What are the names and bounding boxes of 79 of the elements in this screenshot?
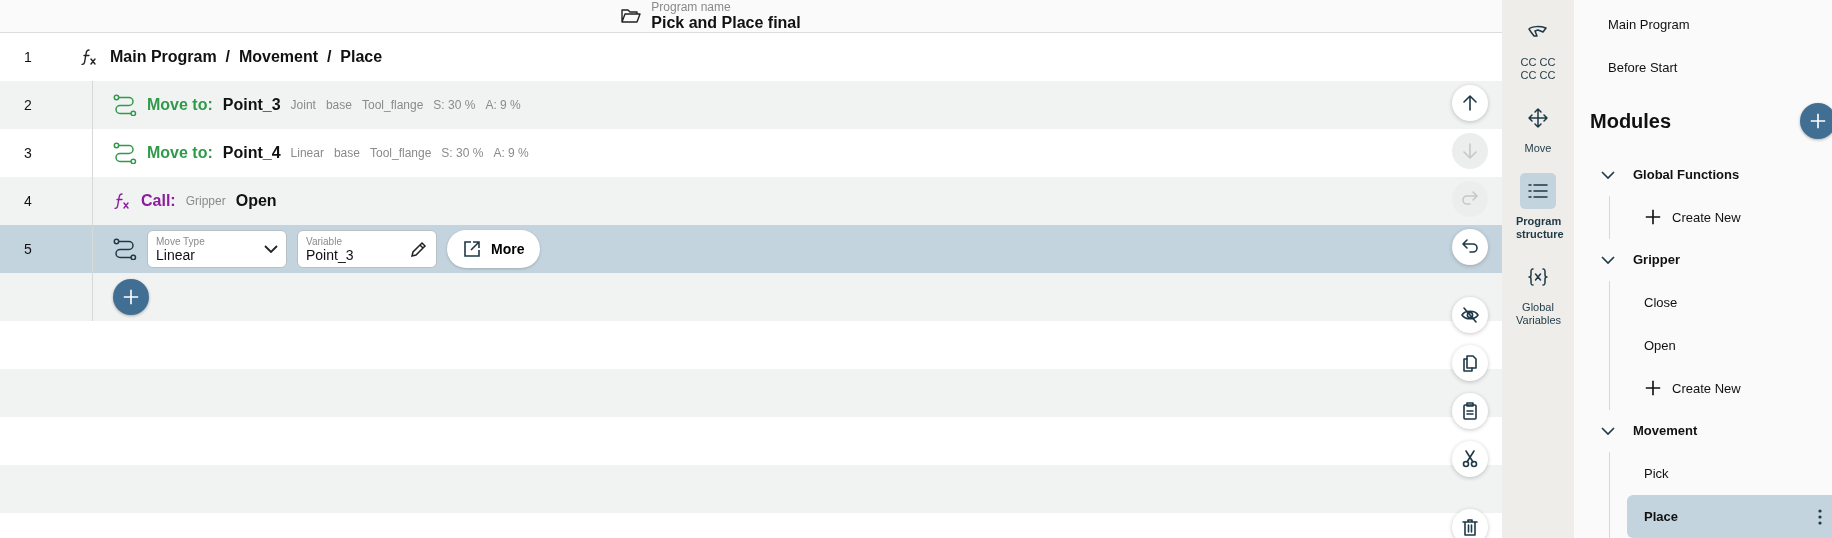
trash-icon	[1460, 517, 1480, 537]
route-icon	[113, 94, 137, 116]
line-number: 3	[23, 145, 33, 161]
breadcrumb: Main Program / Movement / Place	[110, 48, 383, 66]
parameter: Tool_flange	[361, 98, 424, 112]
folder-icon	[621, 8, 642, 24]
pencil-icon	[410, 240, 428, 258]
function-icon	[80, 48, 98, 66]
move-type-dropdown[interactable]: Move Type Linear	[147, 230, 287, 268]
parameter: base	[333, 146, 360, 160]
module-item-label: Place	[1644, 509, 1678, 524]
line-number: 5	[23, 241, 33, 257]
create-new-link[interactable]: Create New	[1672, 380, 1741, 396]
move-arrows-icon	[1526, 106, 1550, 130]
sidebar-item[interactable]: Main Program	[1574, 3, 1832, 47]
copy-icon	[1460, 353, 1480, 373]
program-line[interactable]: 1 Main Program / Movement / Place	[0, 33, 1502, 81]
copy-button[interactable]	[1452, 345, 1488, 381]
parameter: base	[325, 98, 352, 112]
line-number: 1	[23, 49, 33, 65]
module-item[interactable]: Open	[1627, 323, 1832, 367]
scissors-icon	[1460, 449, 1480, 469]
rail-tab[interactable]: Program structure	[1505, 173, 1571, 241]
program-name: Pick and Place final	[651, 14, 801, 32]
plus-icon	[1809, 112, 1827, 131]
rail-tab[interactable]: Global Variables	[1505, 259, 1571, 327]
modules-title: Modules	[1590, 109, 1672, 133]
rail-tab[interactable]: Move	[1505, 100, 1571, 155]
module-item-label: Pick	[1644, 466, 1669, 481]
plus-icon	[1644, 379, 1662, 398]
module-group[interactable]: Global Functions	[1633, 167, 1740, 183]
module-item[interactable]: Close	[1627, 280, 1832, 324]
target-name: Point_4	[222, 144, 281, 162]
command-keyword: Move to:	[147, 144, 213, 162]
module-item-label: Open	[1644, 337, 1676, 353]
module-item[interactable]: Place	[1627, 495, 1832, 538]
module-group[interactable]: Movement	[1633, 423, 1698, 439]
module-name: Gripper	[185, 194, 226, 208]
module-item-label: Close	[1644, 294, 1678, 310]
program-name-label: Program name	[651, 0, 732, 14]
target-name: Open	[235, 192, 277, 210]
arrow-up-icon	[1460, 93, 1480, 113]
eye-off-icon	[1460, 305, 1480, 325]
chevron-down-icon	[264, 244, 278, 254]
hide-button[interactable]	[1452, 297, 1488, 333]
add-module-button[interactable]	[1800, 103, 1832, 140]
rail-tab[interactable]: CC CC CC CC	[1505, 14, 1571, 82]
line-number: 4	[23, 193, 33, 209]
command-keyword: Move to:	[147, 96, 213, 114]
arrow-down-icon	[1460, 141, 1480, 161]
paste-button[interactable]	[1452, 393, 1488, 429]
plus-icon	[1644, 208, 1662, 227]
variables-icon	[1526, 265, 1550, 289]
delete-button[interactable]	[1452, 509, 1488, 538]
add-line-button[interactable]	[113, 279, 149, 315]
parameter: S: 30 %	[441, 146, 484, 160]
plus-icon	[122, 288, 140, 306]
clipboard-icon	[1460, 401, 1480, 421]
target-name: Point_3	[222, 96, 281, 114]
line-number: 2	[23, 97, 33, 113]
function-icon	[113, 192, 131, 210]
command-keyword: Call:	[141, 192, 176, 210]
route-icon	[113, 238, 137, 260]
create-new-link[interactable]: Create New	[1672, 209, 1741, 225]
module-item[interactable]: Pick	[1627, 452, 1832, 495]
more-button[interactable]: More	[447, 230, 541, 268]
route-icon	[113, 142, 137, 164]
module-group[interactable]: Gripper	[1633, 252, 1680, 268]
more-vertical-icon[interactable]	[1818, 508, 1822, 525]
external-link-icon	[463, 240, 481, 258]
parameter: Joint	[290, 98, 316, 112]
cut-button[interactable]	[1452, 441, 1488, 477]
parameter: Tool_flange	[369, 146, 432, 160]
variable-field[interactable]: Variable Point_3	[297, 230, 437, 268]
parameter: S: 30 %	[433, 98, 476, 112]
sidebar-item[interactable]: Before Start	[1574, 46, 1832, 90]
parameter: Linear	[290, 146, 324, 160]
parameter: A: 9 %	[493, 146, 529, 160]
parameter: A: 9 %	[485, 98, 521, 112]
